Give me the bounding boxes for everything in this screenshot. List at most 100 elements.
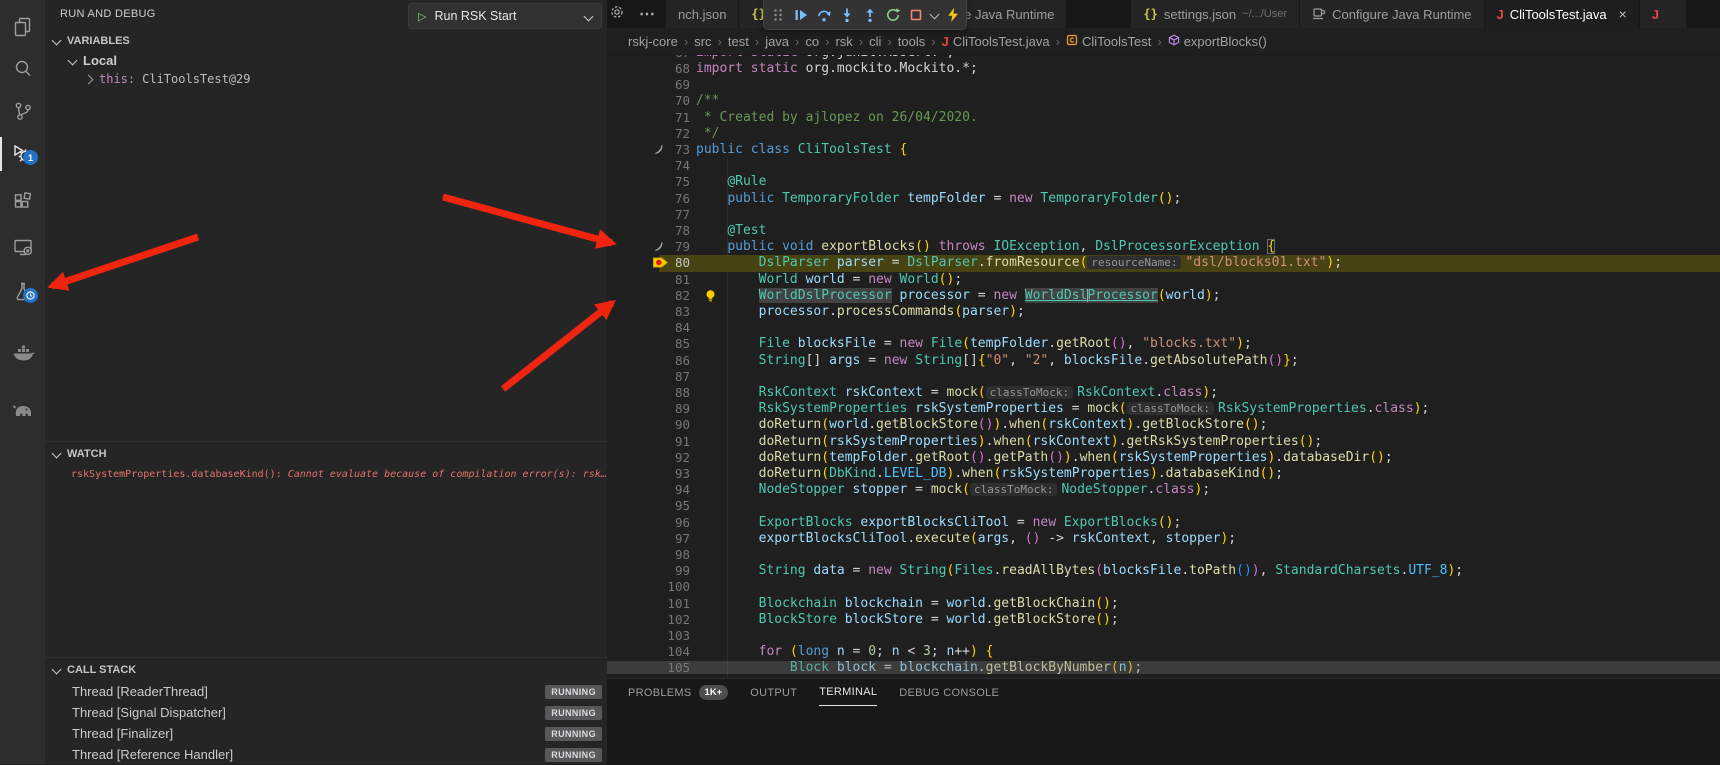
code-line-86[interactable]: 86 String[] args = new String[]{"0", "2"… — [607, 353, 1720, 370]
variable-this[interactable]: this: CliToolsTest@29 — [85, 72, 251, 86]
step-into-icon[interactable] — [836, 4, 857, 26]
code-line-87[interactable]: 87 — [607, 369, 1720, 386]
code-text: doReturn(tempFolder.getRoot().getPath())… — [696, 450, 1393, 466]
code-line-81[interactable]: 81 World world = new World(); — [607, 272, 1720, 289]
restart-icon[interactable] — [882, 4, 903, 26]
call-stack-section-header[interactable]: CALL STACK — [45, 660, 607, 679]
code-line-83[interactable]: 83 processor.processCommands(parser); — [607, 304, 1720, 321]
chevron-down-icon — [52, 665, 62, 675]
code-line-94[interactable]: 94 NodeStopper stopper = mock(classToMoc… — [607, 482, 1720, 499]
thread-status-badge: RUNNING — [545, 727, 602, 741]
close-icon[interactable]: × — [1619, 6, 1627, 22]
start-debug-icon[interactable]: ▷ — [418, 10, 426, 23]
code-line-79[interactable]: )79 public void exportBlocks() throws IO… — [607, 239, 1720, 256]
panel-tab-debug-console[interactable]: DEBUG CONSOLE — [899, 680, 999, 706]
code-line-93[interactable]: 93 doReturn(DbKind.LEVEL_DB).when(rskSys… — [607, 466, 1720, 483]
code-line-92[interactable]: 92 doReturn(tempFolder.getRoot().getPath… — [607, 450, 1720, 467]
tab-configure-java-runtime[interactable]: Configure Java Runtime — [1300, 0, 1484, 28]
gear-icon[interactable] — [609, 4, 625, 25]
tab-description: ~/.../User — [1242, 8, 1287, 20]
variables-section-header[interactable]: VARIABLES — [45, 31, 607, 50]
code-line-84[interactable]: 84 — [607, 320, 1720, 337]
breadcrumb-item[interactable]: JCliToolsTest.java — [942, 34, 1050, 49]
code-line-78[interactable]: 78 @Test — [607, 223, 1720, 240]
panel-tab-problems[interactable]: PROBLEMS1K+ — [628, 680, 728, 706]
code-line-95[interactable]: 95 — [607, 498, 1720, 515]
source-control-icon[interactable] — [0, 96, 45, 126]
code-line-73[interactable]: )73public class CliToolsTest { — [607, 142, 1720, 159]
extensions-icon[interactable] — [0, 187, 45, 217]
stop-icon[interactable] — [905, 4, 926, 26]
watch-section-header[interactable]: WATCH — [45, 444, 607, 463]
code-line-101[interactable]: 101 Blockchain blockchain = world.getBlo… — [607, 596, 1720, 613]
toolbar-drag-handle[interactable] — [767, 4, 788, 26]
code-line-89[interactable]: 89 RskSystemProperties rskSystemProperti… — [607, 401, 1720, 418]
thread-row[interactable]: Thread [Signal Dispatcher]RUNNING — [45, 702, 607, 723]
code-line-104[interactable]: 104 for (long n = 0; n < 3; n++) { — [607, 644, 1720, 661]
breadcrumb-label: rskj-core — [628, 34, 678, 49]
docker-whale-icon[interactable] — [0, 339, 45, 369]
step-over-icon[interactable] — [813, 4, 834, 26]
thread-row[interactable]: Thread [Finalizer]RUNNING — [45, 723, 607, 744]
hot-code-replace-icon[interactable] — [942, 4, 963, 26]
breadcrumb-item[interactable]: tools — [898, 34, 925, 49]
breadcrumb-item[interactable]: rsk — [835, 34, 852, 49]
gradle-elephant-icon[interactable] — [0, 395, 45, 425]
thread-row[interactable]: Thread [Reference Handler]RUNNING — [45, 744, 607, 765]
breadcrumb-item[interactable]: CliToolsTest — [1066, 34, 1151, 49]
thread-row[interactable]: Thread [ReaderThread]RUNNING — [45, 681, 607, 702]
breadcrumb-item[interactable]: co — [805, 34, 819, 49]
code-line-103[interactable]: 103 — [607, 628, 1720, 645]
code-line-90[interactable]: 90 doReturn(world.getBlockStore()).when(… — [607, 417, 1720, 434]
more-actions-icon[interactable]: ⋯ — [639, 4, 656, 24]
watch-expression-row[interactable]: rskSystemProperties.databaseKind(): Cann… — [71, 469, 616, 480]
horizontal-scrollbar[interactable] — [607, 661, 1720, 674]
code-line-102[interactable]: 102 BlockStore blockStore = world.getBlo… — [607, 612, 1720, 629]
breadcrumb-item[interactable]: src — [694, 34, 711, 49]
code-line-70[interactable]: 70/** — [607, 93, 1720, 110]
code-text: @Rule — [696, 174, 766, 190]
code-line-76[interactable]: 76 public TemporaryFolder tempFolder = n… — [607, 191, 1720, 208]
line-number: 84 — [637, 320, 690, 336]
code-line-72[interactable]: 72 */ — [607, 126, 1720, 143]
breadcrumb-item[interactable]: java — [765, 34, 789, 49]
explorer-icon[interactable] — [0, 12, 45, 42]
code-line-99[interactable]: 99 String data = new String(Files.readAl… — [607, 563, 1720, 580]
code-line-69[interactable]: 69 — [607, 77, 1720, 94]
continue-icon[interactable] — [790, 4, 811, 26]
code-line-96[interactable]: 96 ExportBlocks exportBlocksCliTool = ne… — [607, 515, 1720, 532]
code-editor[interactable]: 67import static org.junit.Assert.*;68imp… — [607, 55, 1720, 678]
line-number: 100 — [637, 579, 690, 595]
search-icon[interactable] — [0, 54, 45, 84]
tab-partial[interactable]: J — [1640, 0, 1687, 28]
breadcrumb-item[interactable]: test — [728, 34, 749, 49]
code-line-75[interactable]: 75 @Rule — [607, 174, 1720, 191]
breadcrumb-item[interactable]: rskj-core — [628, 34, 678, 49]
remote-explorer-icon[interactable] — [0, 232, 45, 262]
tab-clitoolstest-java[interactable]: JCliToolsTest.java× — [1485, 0, 1640, 28]
stop-options-chevron-icon[interactable] — [928, 4, 940, 26]
tab-settings-json[interactable]: {}settings.json~/.../User — [1131, 0, 1300, 28]
code-line-85[interactable]: 85 File blocksFile = new File(tempFolder… — [607, 336, 1720, 353]
code-line-80[interactable]: 80 DslParser parser = DslParser.fromReso… — [607, 255, 1720, 272]
code-line-98[interactable]: 98 — [607, 547, 1720, 564]
code-line-71[interactable]: 71 * Created by ajlopez on 26/04/2020. — [607, 110, 1720, 127]
code-line-77[interactable]: 77 — [607, 207, 1720, 224]
code-line-100[interactable]: 100 — [607, 579, 1720, 596]
breadcrumb-item[interactable]: cli — [869, 34, 881, 49]
step-out-icon[interactable] — [859, 4, 880, 26]
code-line-88[interactable]: 88 RskContext rskContext = mock(classToM… — [607, 385, 1720, 402]
tab-nch-json[interactable]: nch.json — [666, 0, 739, 28]
launch-config-dropdown[interactable]: ▷ Run RSK Start — [408, 3, 602, 29]
breadcrumb-item[interactable]: exportBlocks() — [1168, 34, 1267, 49]
variables-scope-local[interactable]: Local — [69, 53, 117, 68]
panel-tab-output[interactable]: OUTPUT — [750, 680, 797, 706]
panel-tab-terminal[interactable]: TERMINAL — [819, 679, 877, 706]
code-text: RskSystemProperties rskSystemProperties … — [696, 401, 1429, 417]
code-line-74[interactable]: 74 — [607, 158, 1720, 175]
code-line-82[interactable]: 82 WorldDslProcessor processor = new Wor… — [607, 288, 1720, 305]
code-line-68[interactable]: 68import static org.mockito.Mockito.*; — [607, 61, 1720, 78]
line-number: 77 — [637, 207, 690, 223]
code-line-97[interactable]: 97 exportBlocksCliTool.execute(args, () … — [607, 531, 1720, 548]
code-line-91[interactable]: 91 doReturn(rskSystemProperties).when(rs… — [607, 434, 1720, 451]
